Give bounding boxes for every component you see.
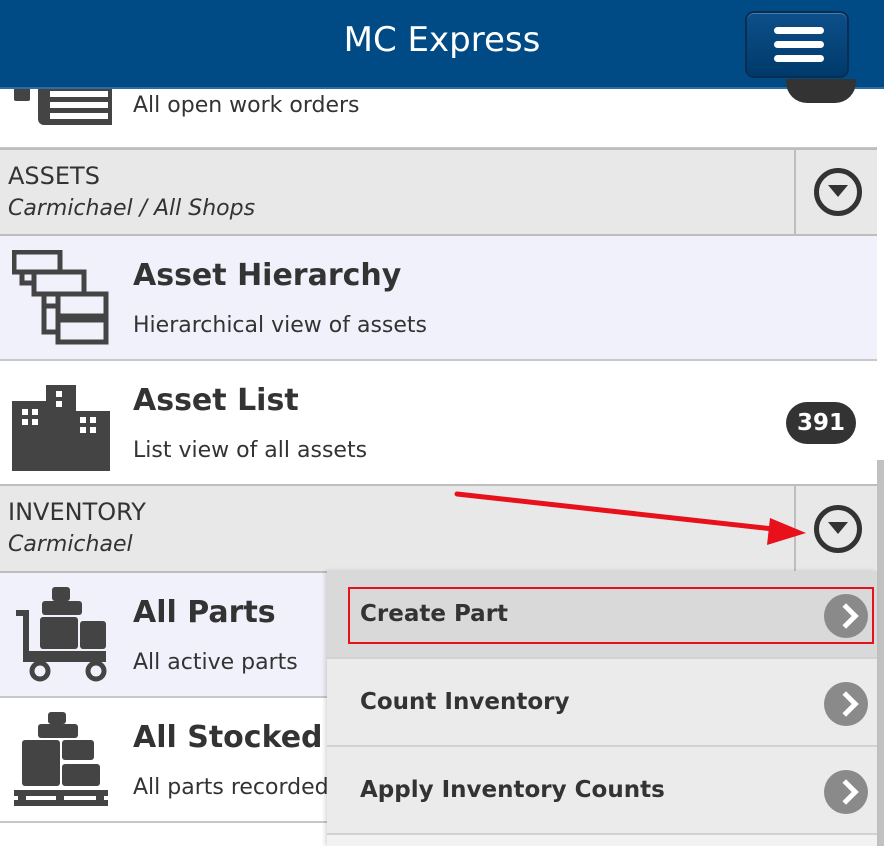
hamburger-menu-button[interactable] — [745, 11, 849, 78]
inventory-expand-toggle[interactable] — [794, 486, 877, 571]
menu-icon-bar — [774, 55, 824, 62]
app-header: MC Express — [0, 0, 884, 89]
work-orders-desc: All open work orders — [133, 93, 360, 118]
work-orders-row[interactable]: All open work orders — [0, 79, 877, 149]
asset-hierarchy-desc: Hierarchical view of assets — [133, 313, 427, 338]
menu-item-apply-inventory-counts[interactable]: Apply Inventory Counts — [327, 747, 877, 835]
assets-section-title: ASSETS — [8, 162, 100, 190]
asset-list-title: Asset List — [133, 383, 299, 418]
assets-expand-toggle[interactable] — [794, 150, 877, 234]
chevron-right-icon — [824, 682, 868, 726]
chevron-down-icon — [814, 505, 862, 553]
annotation-highlight-box — [348, 587, 874, 644]
menu-icon-bar — [774, 41, 824, 48]
asset-list-desc: List view of all assets — [133, 438, 368, 463]
asset-list-row[interactable]: Asset List List view of all assets 391 — [0, 361, 877, 486]
pallet-boxes-icon — [14, 712, 108, 806]
asset-hierarchy-title: Asset Hierarchy — [133, 258, 402, 293]
work-orders-badge — [786, 79, 856, 103]
all-parts-desc: All active parts — [133, 650, 298, 675]
chevron-right-icon — [824, 770, 868, 814]
work-order-list-icon — [14, 89, 112, 125]
buildings-icon — [12, 385, 110, 471]
menu-item-label: Apply Inventory Counts — [360, 777, 665, 803]
inventory-section-header: INVENTORY Carmichael — [0, 484, 877, 573]
asset-hierarchy-row[interactable]: Asset Hierarchy Hierarchical view of ass… — [0, 236, 877, 361]
scrollbar[interactable] — [877, 460, 884, 846]
menu-icon-bar — [774, 27, 824, 34]
inventory-section-subtitle: Carmichael — [8, 532, 133, 557]
chevron-down-icon — [814, 168, 862, 216]
menu-item-label: Count Inventory — [360, 689, 570, 715]
menu-item-count-inventory[interactable]: Count Inventory — [327, 659, 877, 747]
all-stocked-title: All Stocked P — [133, 720, 355, 755]
asset-count-badge: 391 — [786, 402, 856, 444]
assets-section-header: ASSETS Carmichael / All Shops — [0, 148, 877, 236]
all-parts-title: All Parts — [133, 595, 276, 630]
all-stocked-desc: All parts recorded — [133, 775, 329, 800]
inventory-section-title: INVENTORY — [8, 498, 146, 526]
assets-section-subtitle: Carmichael / All Shops — [8, 196, 256, 221]
hierarchy-icon — [12, 250, 109, 345]
parts-cart-icon — [16, 587, 107, 682]
